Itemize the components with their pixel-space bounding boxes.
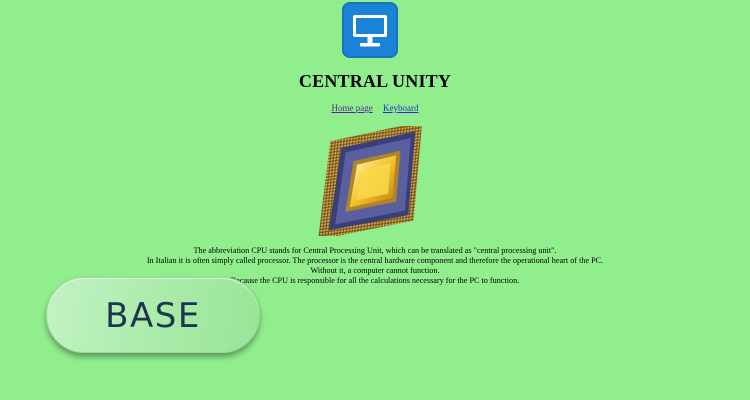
description-line: The abbreviation CPU stands for Central … <box>193 246 557 255</box>
base-button-label: BASE <box>105 296 201 336</box>
nav-links: Home page Keyboard <box>0 103 750 113</box>
monitor-icon <box>353 15 387 47</box>
description-line: In Italian it is often simply called pro… <box>146 256 604 265</box>
home-page-link[interactable]: Home page <box>332 103 373 113</box>
keyboard-link[interactable]: Keyboard <box>383 103 419 113</box>
monitor-logo <box>342 2 398 58</box>
base-button[interactable]: BASE <box>46 277 260 353</box>
description-line: Without it, a computer cannot function. <box>310 266 440 275</box>
page-title: CENTRAL UNITY <box>298 71 452 91</box>
cpu-chip-image <box>317 126 423 236</box>
